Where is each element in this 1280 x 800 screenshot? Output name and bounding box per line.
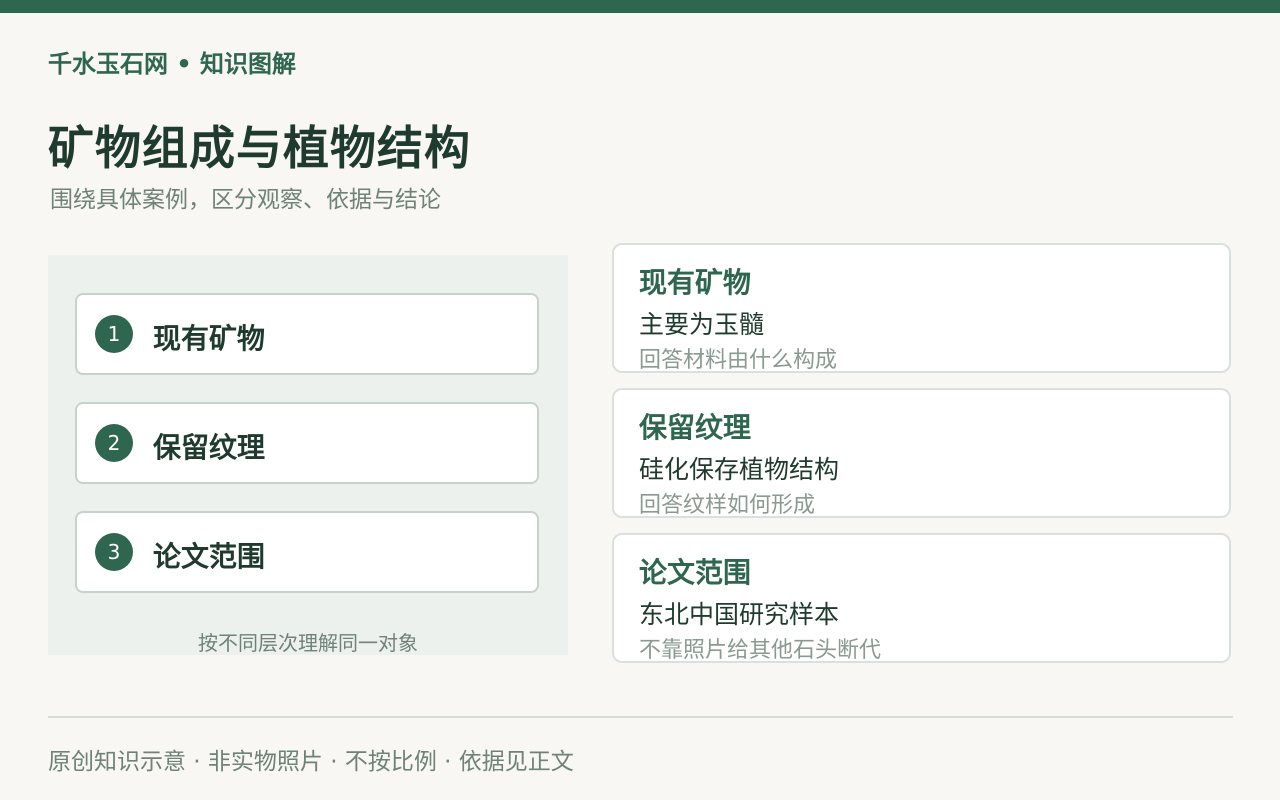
layer-label: 保留纹理 [153, 431, 266, 464]
detail-card-scope: 论文范围 东北中国研究样本 不靠照片给其他石头断代 [612, 533, 1231, 663]
layer-label: 现有矿物 [153, 322, 266, 355]
card-title: 现有矿物 [639, 266, 752, 299]
top-accent-bar [0, 0, 1280, 13]
layer-item-minerals: 1 现有矿物 [75, 293, 539, 375]
footer-note: 原创知识示意 · 非实物照片 · 不按比例 · 依据见正文 [48, 749, 574, 775]
card-description: 主要为玉髓 [639, 310, 765, 339]
card-description: 东北中国研究样本 [639, 600, 840, 629]
layer-label: 论文范围 [153, 540, 266, 573]
layers-panel: 1 现有矿物 2 保留纹理 3 论文范围 按不同层次理解同一对象 [48, 255, 568, 655]
panel-caption: 按不同层次理解同一对象 [198, 631, 418, 655]
layer-item-texture: 2 保留纹理 [75, 402, 539, 484]
card-title: 保留纹理 [639, 411, 752, 444]
layer-number-badge: 3 [95, 533, 133, 571]
layer-item-scope: 3 论文范围 [75, 511, 539, 593]
card-title: 论文范围 [639, 556, 752, 589]
page-subtitle: 围绕具体案例，区分观察、依据与结论 [50, 187, 441, 213]
site-brand: 千水玉石网 • 知识图解 [48, 50, 297, 78]
card-description: 硅化保存植物结构 [639, 455, 840, 484]
card-note: 回答材料由什么构成 [639, 348, 838, 373]
detail-card-minerals: 现有矿物 主要为玉髓 回答材料由什么构成 [612, 243, 1231, 373]
page-title: 矿物组成与植物结构 [48, 121, 471, 175]
footer-divider [48, 716, 1233, 718]
card-note: 不靠照片给其他石头断代 [639, 638, 882, 663]
layer-number-badge: 1 [95, 315, 133, 353]
detail-card-texture: 保留纹理 硅化保存植物结构 回答纹样如何形成 [612, 388, 1231, 518]
card-note: 回答纹样如何形成 [639, 493, 816, 518]
layer-number-badge: 2 [95, 424, 133, 462]
